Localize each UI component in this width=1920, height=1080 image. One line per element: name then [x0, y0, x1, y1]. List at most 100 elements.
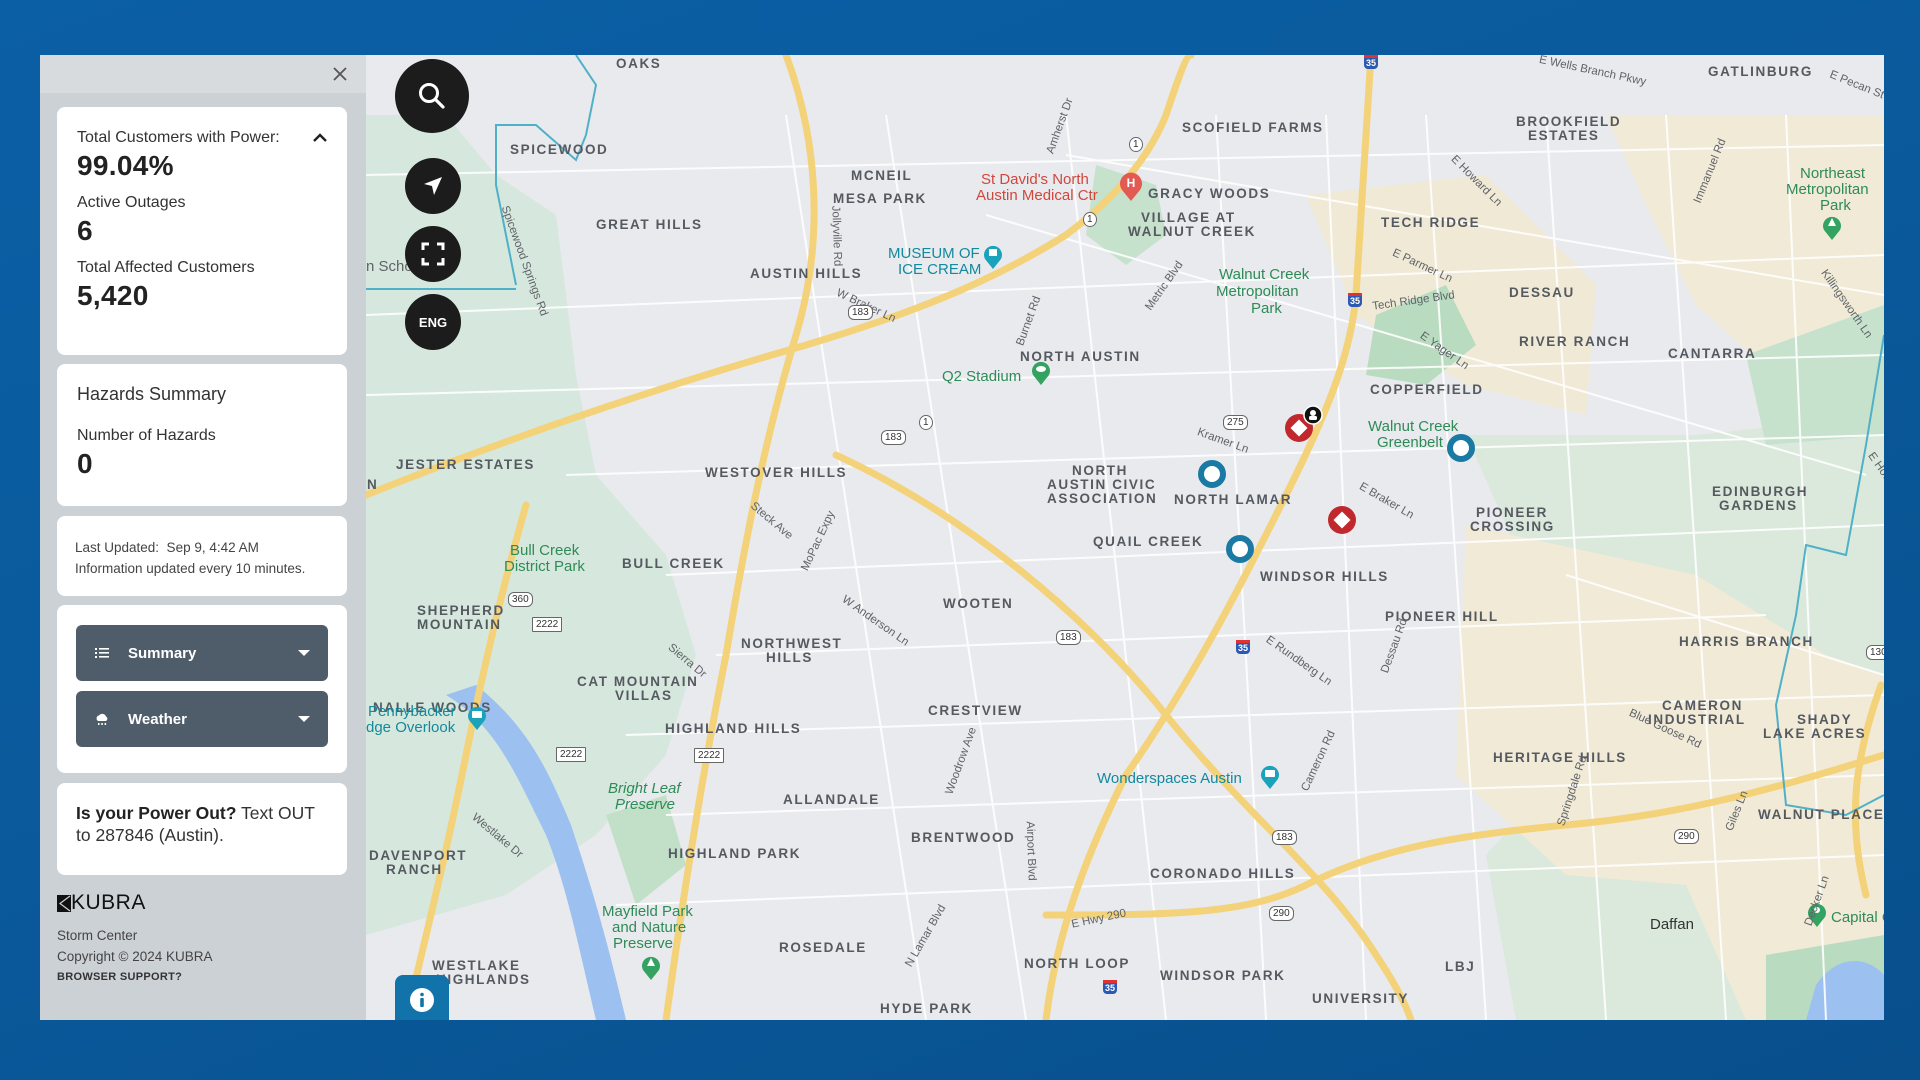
- map-label: NORTH LOOP: [1024, 956, 1130, 971]
- park-label: Bright Leaf: [608, 780, 681, 797]
- map-label: N: [367, 477, 379, 492]
- map-label: DESSAU: [1509, 285, 1575, 300]
- route-shield: 183: [848, 305, 873, 320]
- park-label: Mayfield Park: [602, 903, 693, 920]
- map-label: GARDENS: [1719, 498, 1798, 513]
- poi-label: Pennybacker: [368, 703, 456, 720]
- kubra-logo: KUBRA: [57, 891, 213, 915]
- map-label: QUAIL CREEK: [1093, 534, 1204, 549]
- route-shield: 290: [1269, 906, 1294, 921]
- poi-label: St David's North: [981, 171, 1089, 188]
- map-label: CANTARRA: [1668, 346, 1757, 361]
- panel-footer: KUBRA Storm Center Copyright © 2024 KUBR…: [57, 891, 213, 983]
- stadium-pin-icon: [1032, 361, 1050, 385]
- customers-with-power-value: 99.04%: [77, 150, 174, 181]
- outage-marker[interactable]: [1197, 459, 1227, 494]
- language-label: ENG: [418, 314, 448, 330]
- info-icon: [410, 988, 434, 1012]
- map-label: BRENTWOOD: [911, 830, 1016, 845]
- map-label: CROSSING: [1470, 519, 1555, 534]
- map-label: CRESTVIEW: [928, 703, 1023, 718]
- interstate-shield: 35: [1236, 640, 1251, 654]
- outage-map[interactable]: OAKS SPICEWOOD GREAT HILLS AUSTIN HILLS …: [366, 55, 1884, 1020]
- map-info-button[interactable]: [395, 975, 449, 1020]
- park-label: Park: [1820, 197, 1851, 214]
- map-label: RIVER RANCH: [1519, 334, 1631, 349]
- storm-center-window: Total Customers with Power: 99.04% Activ…: [40, 55, 1884, 1020]
- navigation-arrow-icon: [424, 177, 442, 195]
- route-shield: 2222: [694, 748, 725, 763]
- search-button[interactable]: [395, 59, 469, 133]
- route-shield: 275: [1223, 415, 1248, 430]
- map-label: ROSEDALE: [779, 940, 867, 955]
- park-label: District Park: [504, 558, 585, 575]
- route-shield: 1: [1083, 212, 1097, 227]
- map-label: ASSOCIATION: [1047, 491, 1158, 506]
- crew-badge: [1303, 405, 1323, 430]
- caret-down-icon: [298, 650, 310, 656]
- map-label: SPICEWOOD: [510, 142, 609, 157]
- panel-header: [40, 55, 366, 93]
- park-label: Bull Creek: [510, 542, 580, 559]
- outage-marker[interactable]: [1446, 433, 1476, 468]
- chevron-up-icon[interactable]: [313, 131, 327, 145]
- route-shield: 183: [1272, 830, 1297, 845]
- power-out-card: Is your Power Out? Text OUT to 287846 (A…: [57, 783, 347, 875]
- map-label: UNIVERSITY: [1312, 991, 1410, 1006]
- camera-pin-icon: [1261, 765, 1279, 789]
- poi-label: Austin Medical Ctr: [976, 187, 1098, 204]
- route-shield: 360: [508, 592, 533, 607]
- weather-label: Weather: [128, 710, 187, 728]
- update-frequency: Information updated every 10 minutes.: [75, 561, 306, 576]
- map-label: GREAT HILLS: [596, 217, 703, 232]
- locate-me-button[interactable]: [405, 158, 461, 214]
- close-icon: [333, 67, 347, 81]
- outage-marker-crew[interactable]: [1327, 505, 1357, 540]
- route-shield: 2222: [532, 617, 563, 632]
- map-label: OAKS: [616, 56, 662, 71]
- fullscreen-icon: [421, 242, 445, 266]
- power-out-question: Is your Power Out?: [76, 803, 237, 823]
- outage-marker[interactable]: [1225, 534, 1255, 569]
- last-updated: Last Updated: Sep 9, 4:42 AM: [75, 540, 259, 555]
- park-label: and Nature: [612, 919, 687, 936]
- hospital-pin-icon: H: [1120, 172, 1142, 201]
- caret-down-icon: [298, 716, 310, 722]
- customers-with-power-label: Total Customers with Power:: [77, 129, 280, 146]
- park-label: Metropolitan: [1786, 181, 1869, 198]
- map-label: WINDSOR HILLS: [1260, 569, 1389, 584]
- browser-support-link[interactable]: BROWSER SUPPORT?: [57, 971, 213, 983]
- poi-label: Q2 Stadium: [942, 368, 1022, 385]
- map-label: JESTER ESTATES: [396, 457, 535, 472]
- street-label: Jollyville Rd: [829, 205, 844, 267]
- park-label: Preserve: [615, 796, 676, 813]
- camera-pin-icon: [468, 706, 486, 730]
- museum-pin-icon: [984, 245, 1002, 269]
- map-label: HIGHLAND HILLS: [665, 721, 802, 736]
- affected-customers-value: 5,420: [77, 280, 149, 311]
- weather-icon: [96, 713, 108, 725]
- map-label: HIGHLAND PARK: [668, 846, 802, 861]
- map-label: NORTH LAMAR: [1174, 492, 1293, 507]
- park-label: Greenbelt: [1377, 434, 1443, 451]
- svg-text:H: H: [1127, 176, 1136, 190]
- close-panel-button[interactable]: [328, 62, 352, 86]
- map-label: MOUNTAIN: [417, 617, 502, 632]
- map-label: TECH RIDGE: [1381, 215, 1481, 230]
- poi-label: ICE CREAM: [898, 261, 982, 278]
- kubra-mark-icon: [57, 894, 71, 912]
- map-label: MESA PARK: [833, 191, 927, 206]
- park-pin-icon: [1823, 216, 1841, 240]
- interstate-shield: 35: [1364, 55, 1379, 69]
- language-button[interactable]: ENG: [405, 294, 461, 350]
- park-label: Capital Cit: [1831, 909, 1884, 926]
- summary-accordion-button[interactable]: Summary: [76, 625, 328, 681]
- fullscreen-button[interactable]: [405, 226, 461, 282]
- map-label: WINDSOR PARK: [1160, 968, 1286, 983]
- interstate-shield: 35: [1103, 980, 1118, 994]
- poi-label: Wonderspaces Austin: [1097, 770, 1242, 787]
- route-shield: 2222: [556, 747, 587, 762]
- weather-accordion-button[interactable]: Weather: [76, 691, 328, 747]
- town-label: Daffan: [1650, 916, 1694, 933]
- hazards-count-label: Number of Hazards: [77, 427, 216, 444]
